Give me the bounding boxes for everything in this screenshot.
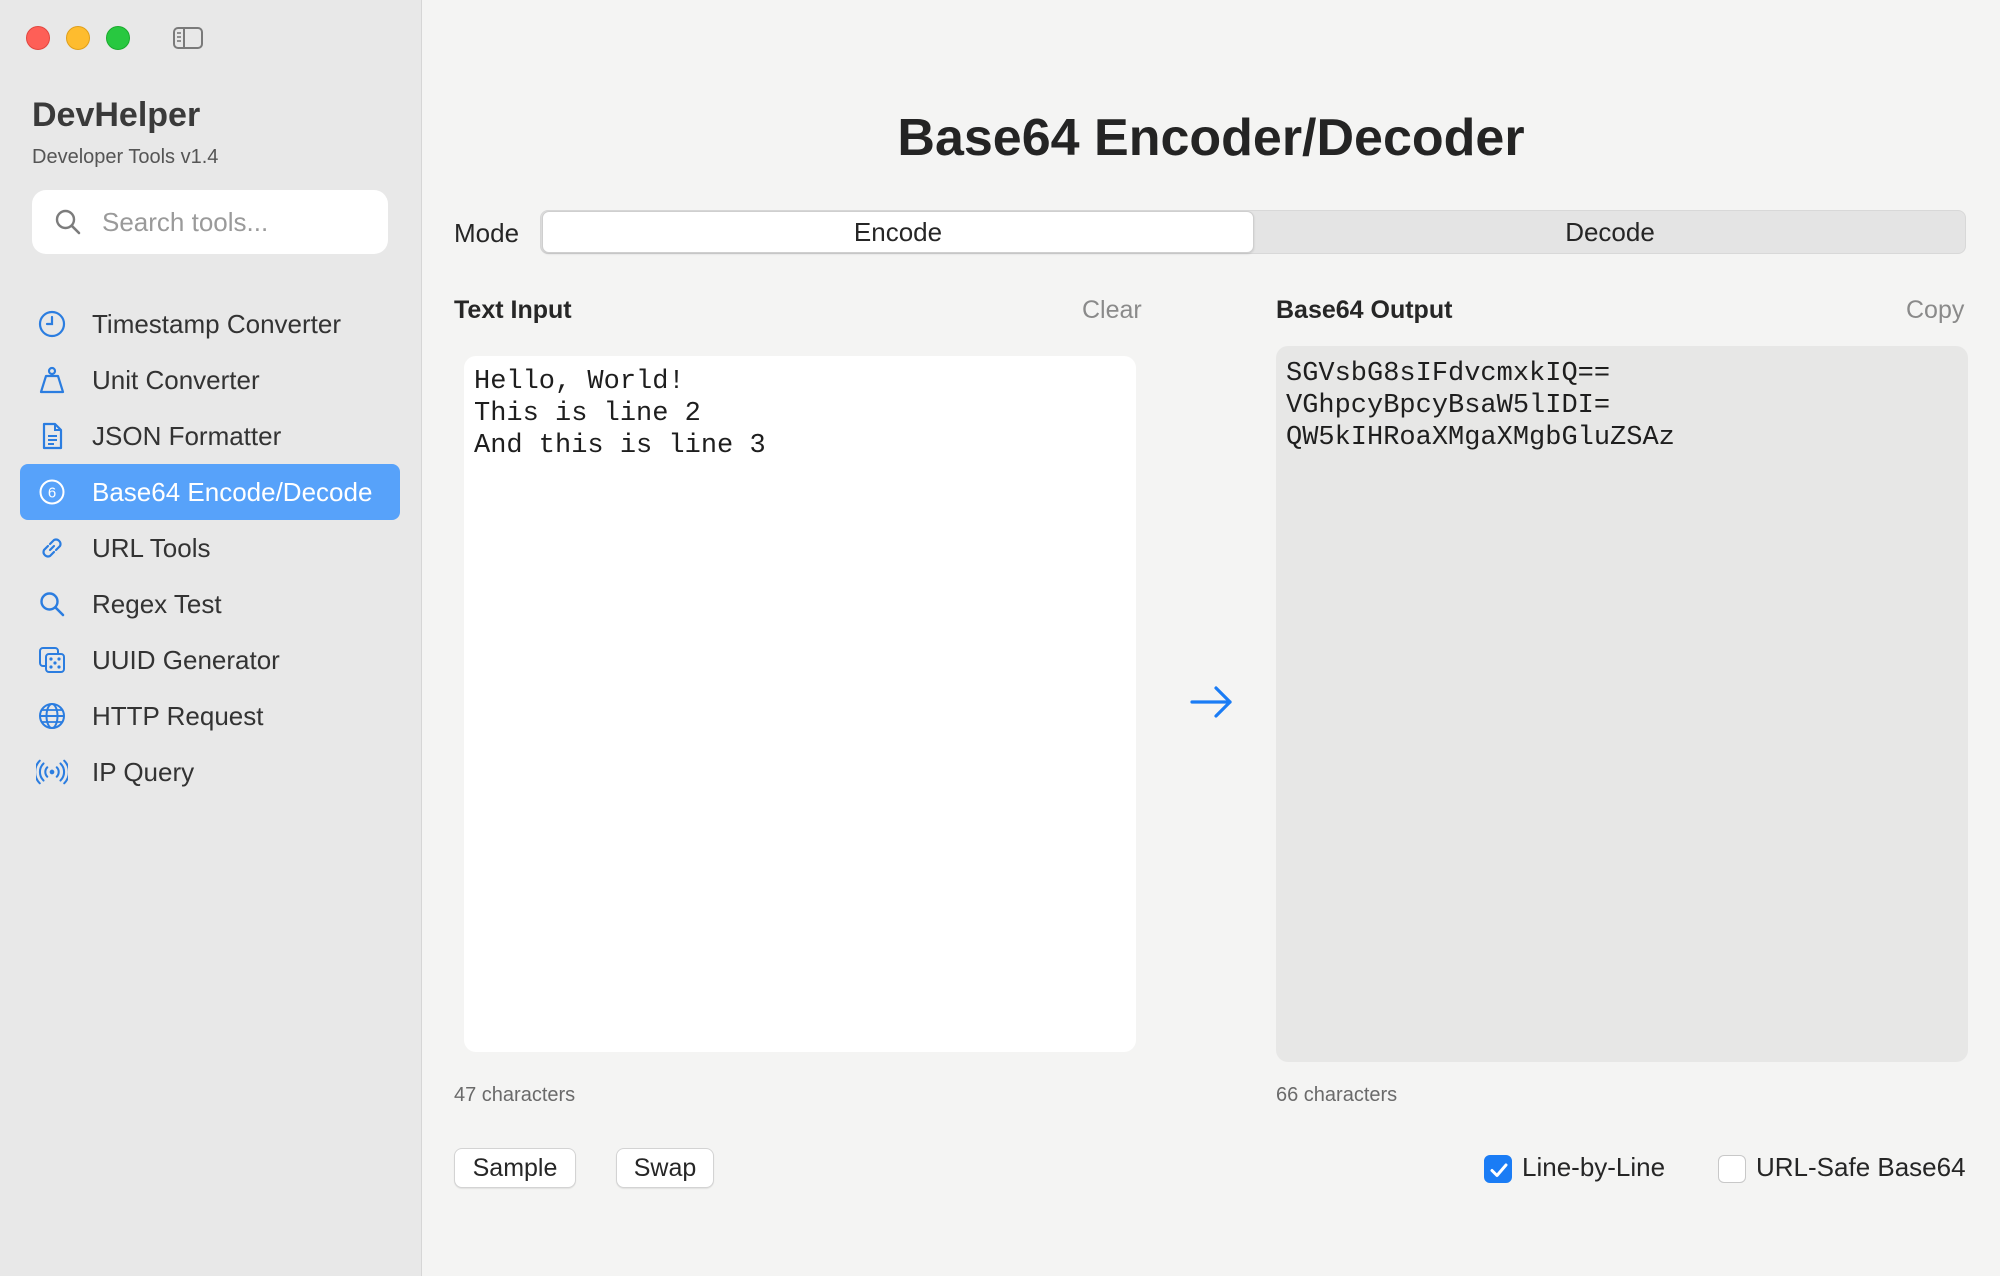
- base64-output-area[interactable]: SGVsbG8sIFdvcmxkIQ== VGhpcyBpcyBsaW5lIDI…: [1276, 346, 1968, 1062]
- link-icon: [36, 532, 68, 564]
- copy-button[interactable]: Copy: [1906, 296, 1964, 325]
- mode-segmented-control: Encode Decode: [540, 210, 1966, 254]
- sidebar-item-json-formatter[interactable]: JSON Formatter: [20, 408, 400, 464]
- sidebar-item-label: UUID Generator: [92, 644, 280, 675]
- output-char-count: 66 characters: [1276, 1084, 1398, 1106]
- antenna-icon: [36, 756, 68, 788]
- mode-label: Mode: [454, 218, 520, 248]
- search-icon: [54, 208, 82, 236]
- sidebar-item-label: IP Query: [92, 756, 195, 787]
- app-window: DevHelper Developer Tools v1.4 Timestamp…: [0, 0, 2000, 1276]
- tool-nav: Timestamp Converter Unit Converter JSON …: [20, 296, 400, 800]
- search-box[interactable]: [32, 190, 388, 254]
- swap-button[interactable]: Swap: [616, 1148, 714, 1188]
- clear-button[interactable]: Clear: [1082, 296, 1142, 325]
- sidebar-item-ip-query[interactable]: IP Query: [20, 744, 400, 800]
- clock-icon: [36, 308, 68, 340]
- document-icon: [36, 420, 68, 452]
- input-text: Hello, World! This is line 2 And this is…: [474, 367, 766, 461]
- close-window-button[interactable]: [26, 26, 50, 50]
- app-name: DevHelper: [32, 96, 201, 134]
- sample-button[interactable]: Sample: [454, 1148, 576, 1188]
- mode-decode-segment[interactable]: Decode: [1255, 211, 1965, 253]
- text-input-area[interactable]: Hello, World! This is line 2 And this is…: [464, 356, 1136, 1052]
- mode-encode-segment[interactable]: Encode: [542, 211, 1254, 253]
- search-input[interactable]: [102, 204, 372, 240]
- sidebar-item-label: Base64 Encode/Decode: [92, 476, 373, 507]
- sidebar-item-label: JSON Formatter: [92, 420, 282, 451]
- sidebar-item-url-tools[interactable]: URL Tools: [20, 520, 400, 576]
- sidebar-toggle-icon[interactable]: [172, 26, 204, 50]
- sidebar-item-label: URL Tools: [92, 532, 211, 563]
- dice-icon: [36, 644, 68, 676]
- url-safe-checkbox[interactable]: [1718, 1155, 1746, 1183]
- input-pane-title: Text Input: [454, 296, 572, 324]
- output-pane-title: Base64 Output: [1276, 296, 1453, 324]
- output-text: SGVsbG8sIFdvcmxkIQ== VGhpcyBpcyBsaW5lIDI…: [1286, 359, 1675, 453]
- minimize-window-button[interactable]: [66, 26, 90, 50]
- sidebar-item-label: Regex Test: [92, 588, 222, 619]
- page-title: Base64 Encoder/Decoder: [897, 109, 1525, 167]
- arrow-right-icon: [1186, 682, 1236, 722]
- zoom-window-button[interactable]: [106, 26, 130, 50]
- sidebar-item-base64[interactable]: 6 Base64 Encode/Decode: [20, 464, 400, 520]
- sidebar-item-http-request[interactable]: HTTP Request: [20, 688, 400, 744]
- sidebar-item-unit-converter[interactable]: Unit Converter: [20, 352, 400, 408]
- url-safe-label[interactable]: URL-Safe Base64: [1756, 1152, 1966, 1183]
- sidebar-item-uuid-generator[interactable]: UUID Generator: [20, 632, 400, 688]
- sidebar-item-label: HTTP Request: [92, 700, 264, 731]
- magnifier-icon: [36, 588, 68, 620]
- input-char-count: 47 characters: [454, 1084, 576, 1106]
- sidebar-item-label: Timestamp Converter: [92, 308, 341, 339]
- app-version: Developer Tools v1.4: [32, 146, 219, 168]
- line-by-line-checkbox[interactable]: [1484, 1155, 1512, 1183]
- six-circle-icon: 6: [36, 476, 68, 508]
- sidebar-item-timestamp-converter[interactable]: Timestamp Converter: [20, 296, 400, 352]
- sidebar: DevHelper Developer Tools v1.4 Timestamp…: [0, 0, 422, 1276]
- line-by-line-label[interactable]: Line-by-Line: [1522, 1152, 1665, 1183]
- svg-text:6: 6: [48, 485, 56, 502]
- checkmark-icon: [1490, 1163, 1508, 1177]
- weight-icon: [36, 364, 68, 396]
- globe-icon: [36, 700, 68, 732]
- sidebar-item-regex-test[interactable]: Regex Test: [20, 576, 400, 632]
- sidebar-item-label: Unit Converter: [92, 364, 260, 395]
